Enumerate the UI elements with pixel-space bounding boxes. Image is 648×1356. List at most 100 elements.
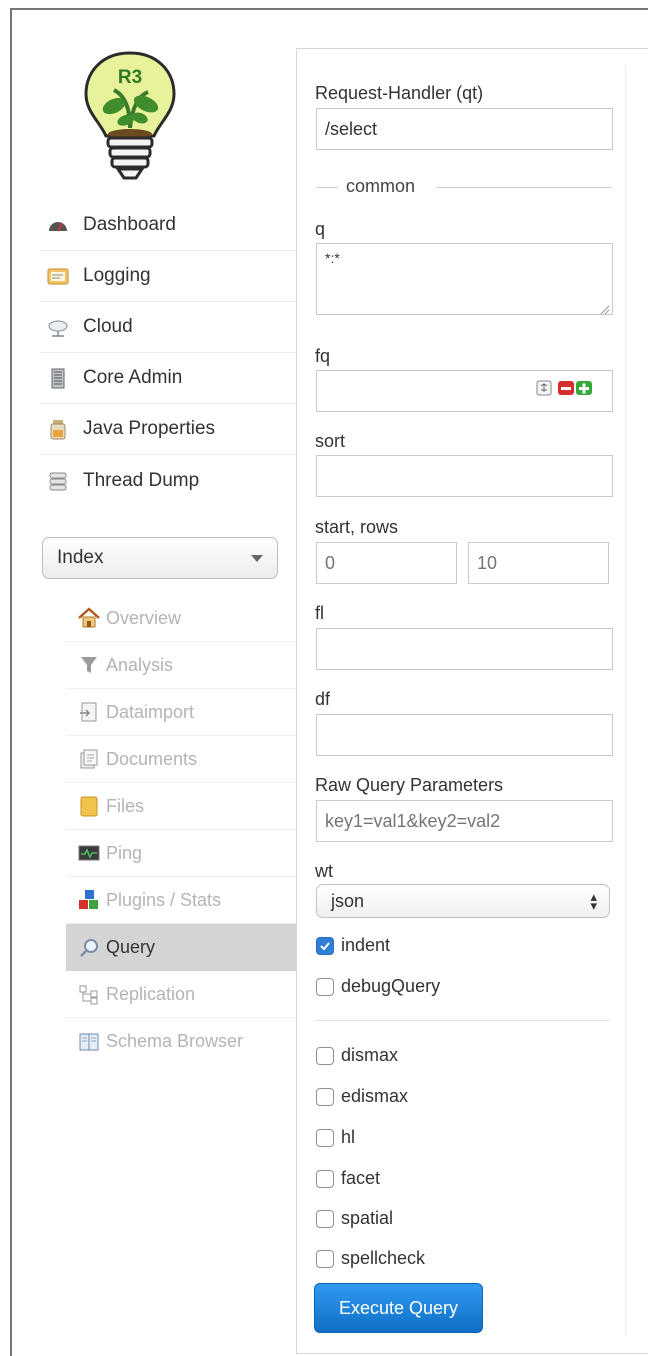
subnav-label: Dataimport (106, 701, 195, 722)
sort-label: sort (315, 431, 346, 451)
common-fieldset-legend: common (316, 176, 612, 198)
dataimport-icon (78, 701, 100, 723)
spellcheck-checkbox[interactable]: spellcheck (316, 1248, 425, 1269)
nav-label: Cloud (83, 316, 133, 337)
subnav-label: Schema Browser (106, 1031, 244, 1051)
facet-checkbox[interactable]: facet (316, 1168, 380, 1189)
checkbox-box (316, 1249, 334, 1268)
subnav-label: Ping (106, 842, 143, 863)
spellcheck-label: spellcheck (341, 1248, 426, 1268)
raw-params-input[interactable] (316, 800, 613, 842)
facet-label: facet (341, 1168, 381, 1188)
folder-icon (78, 795, 100, 817)
subnav-item-schema-browser[interactable]: Schema Browser (66, 1018, 298, 1065)
core-admin-icon (47, 367, 69, 389)
subnav-label: Analysis (106, 654, 174, 675)
dashboard-icon (47, 214, 69, 236)
debugquery-label: debugQuery (341, 976, 441, 996)
subnav-label: Plugins / Stats (106, 889, 222, 910)
core-selector[interactable]: Index (42, 537, 278, 579)
subnav-item-dataimport[interactable]: Dataimport (66, 689, 298, 736)
documents-icon (78, 748, 100, 770)
checkbox-box (316, 1046, 334, 1065)
dismax-checkbox[interactable]: dismax (316, 1045, 398, 1066)
sort-input[interactable] (316, 455, 613, 497)
core-selector-value: Index (57, 547, 104, 568)
nav-item-cloud[interactable]: Cloud (40, 302, 298, 353)
debugquery-checkbox[interactable]: debugQuery (316, 976, 440, 997)
wt-select[interactable]: json ▴ ▾ (316, 884, 610, 918)
nav-label: Dashboard (83, 214, 176, 235)
df-label: df (315, 689, 331, 709)
subnav-item-overview[interactable]: Overview (66, 595, 298, 642)
checkmark-icon (316, 936, 334, 955)
df-input[interactable] (316, 714, 613, 756)
dismax-label: dismax (341, 1045, 399, 1065)
hl-checkbox[interactable]: hl (316, 1127, 355, 1148)
nav-label: Thread Dump (83, 469, 200, 491)
wt-label: wt (315, 861, 333, 881)
filter-icon (78, 654, 100, 676)
common-legend-text: common (340, 176, 422, 197)
cloud-icon (47, 316, 69, 338)
core-subnav: Overview Analysis Dataimport Documents F… (66, 595, 298, 1065)
fl-input[interactable] (316, 628, 613, 670)
nav-item-java-properties[interactable]: Java Properties (40, 404, 298, 455)
subnav-item-replication[interactable]: Replication (66, 971, 298, 1018)
nav-item-thread-dump[interactable]: Thread Dump (40, 455, 298, 506)
nav-item-dashboard[interactable]: Dashboard (40, 200, 298, 251)
fl-label: fl (315, 603, 324, 623)
select-arrows-icon: ▴ ▾ (590, 889, 597, 913)
ping-icon (78, 842, 100, 864)
subnav-label: Overview (106, 607, 182, 628)
spatial-checkbox[interactable]: spatial (316, 1208, 393, 1229)
checkbox-box (316, 1169, 334, 1188)
rows-input[interactable] (468, 542, 609, 584)
subnav-item-ping[interactable]: Ping (66, 830, 298, 877)
nav-item-core-admin[interactable]: Core Admin (40, 353, 298, 404)
resize-handle-icon[interactable] (598, 302, 610, 315)
checkbox-box (316, 1128, 334, 1147)
schema-browser-icon (78, 1031, 100, 1053)
execute-query-button[interactable]: Execute Query (314, 1283, 483, 1333)
logging-icon (47, 265, 69, 287)
subnav-item-documents[interactable]: Documents (66, 736, 298, 783)
wt-select-value: json (331, 891, 365, 911)
fq-label: fq (315, 346, 331, 366)
indent-label: indent (341, 935, 391, 955)
magnifier-icon (78, 937, 100, 959)
indent-checkbox[interactable]: indent (316, 935, 390, 956)
subnav-item-files[interactable]: Files (66, 783, 298, 830)
spatial-label: spatial (341, 1208, 394, 1228)
subnav-item-analysis[interactable]: Analysis (66, 642, 298, 689)
nav-label: Java Properties (83, 418, 216, 439)
start-rows-label: start, rows (315, 517, 399, 537)
start-input[interactable] (316, 542, 457, 584)
request-handler-input[interactable] (316, 108, 613, 150)
panel-divider (625, 66, 626, 1336)
solr-logo[interactable]: R3 (80, 50, 180, 184)
fq-controls (536, 380, 592, 396)
q-textarea[interactable]: *:* (316, 243, 613, 315)
fq-remove-icon[interactable] (558, 380, 574, 396)
request-handler-label: Request-Handler (qt) (315, 83, 484, 103)
subnav-label: Documents (106, 748, 198, 769)
subnav-item-query[interactable]: Query (66, 924, 298, 971)
edismax-checkbox[interactable]: edismax (316, 1086, 408, 1107)
subnav-label: Query (106, 937, 156, 957)
replication-icon (78, 983, 100, 1005)
chevron-down-icon (251, 555, 263, 562)
q-label: q (315, 219, 326, 239)
subnav-item-plugins-stats[interactable]: Plugins / Stats (66, 877, 298, 924)
edismax-label: edismax (341, 1086, 409, 1106)
subnav-label: Files (106, 795, 145, 816)
java-properties-icon (47, 418, 69, 440)
home-icon (78, 607, 100, 629)
nav-label: Core Admin (83, 367, 183, 388)
hl-label: hl (341, 1127, 356, 1147)
fq-expand-icon[interactable] (536, 380, 552, 396)
checkbox-box (316, 1209, 334, 1228)
nav-label: Logging (83, 265, 151, 286)
nav-item-logging[interactable]: Logging (40, 251, 298, 302)
fq-add-icon[interactable] (576, 380, 592, 396)
